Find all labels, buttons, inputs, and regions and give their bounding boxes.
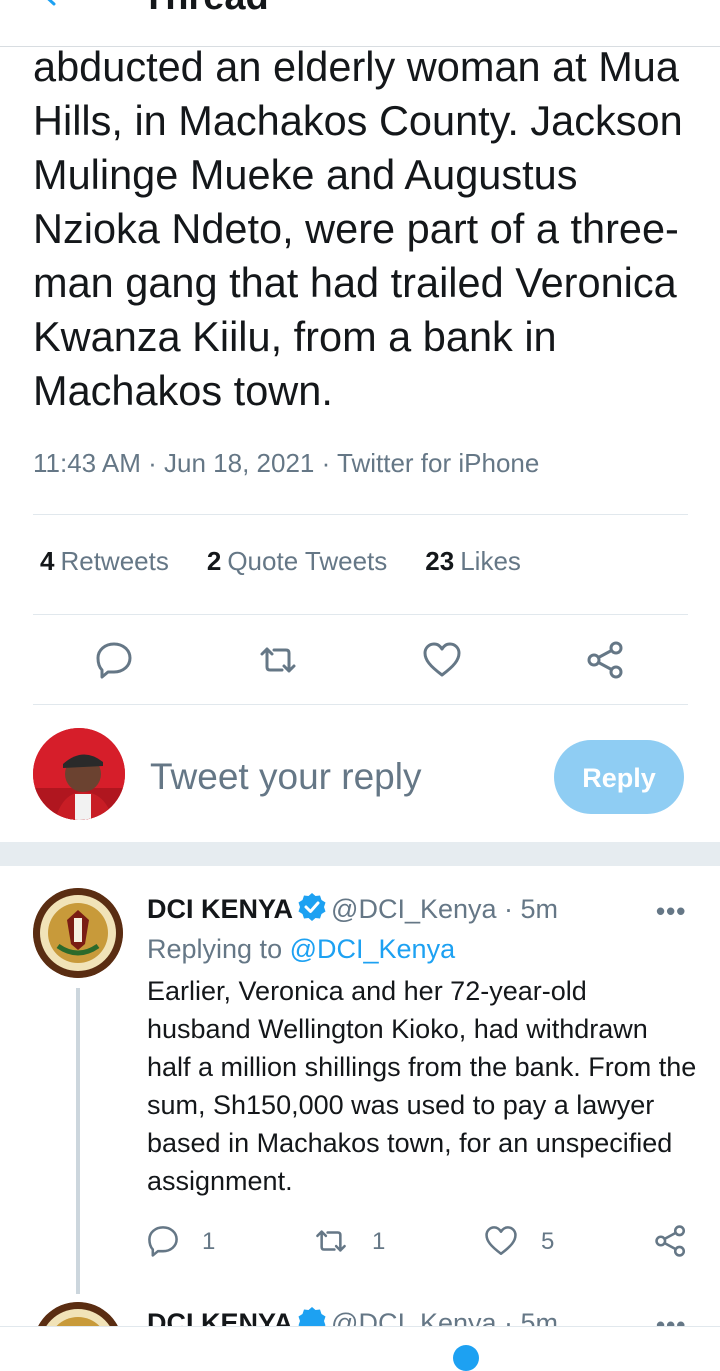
likes-stat[interactable]: 23 Likes: [425, 546, 521, 577]
author-name[interactable]: DCI KENYA: [147, 894, 293, 924]
tweet-stats: 4 Retweets 2 Quote Tweets 23 Likes: [40, 546, 521, 577]
retweet-icon[interactable]: [314, 1224, 348, 1258]
divider: [33, 614, 688, 615]
verified-badge-icon: [298, 893, 326, 921]
notification-badge-icon[interactable]: [453, 1345, 479, 1371]
retweet-icon[interactable]: [258, 640, 298, 680]
author-name[interactable]: DCI KENYA: [147, 1308, 293, 1326]
reply-button[interactable]: Reply: [554, 740, 684, 814]
tweet-time: · 5m: [504, 1308, 559, 1326]
tweet-timestamp: 11:43 AM · Jun 18, 2021 · Twitter for iP…: [33, 448, 540, 478]
reply-input[interactable]: Tweet your reply: [150, 756, 421, 798]
reply-composer: Tweet your reply Reply: [0, 722, 720, 832]
divider: [33, 704, 688, 705]
bottom-nav-edge: [0, 1326, 720, 1371]
retweet-count: 1: [372, 1228, 386, 1255]
author-handle[interactable]: @DCI_Kenya: [331, 894, 496, 924]
like-count: 5: [541, 1228, 555, 1255]
back-arrow-icon[interactable]: [34, 0, 64, 8]
share-icon[interactable]: [654, 1224, 688, 1258]
dci-kenya-avatar[interactable]: [33, 888, 123, 978]
top-bar: Thread: [0, 0, 720, 47]
main-tweet-text: abducted an elderly woman at Mua Hills, …: [33, 43, 683, 414]
tweet-time: · 5m: [504, 894, 559, 924]
share-icon[interactable]: [586, 640, 626, 680]
replying-to-link[interactable]: @DCI_Kenya: [290, 934, 455, 964]
section-separator: [0, 842, 720, 866]
more-options-icon[interactable]: •••: [656, 896, 686, 927]
like-heart-icon[interactable]: [422, 640, 462, 680]
dci-kenya-avatar[interactable]: [33, 1302, 123, 1326]
page-title: Thread: [142, 0, 269, 16]
main-tweet-actions: [0, 630, 720, 690]
tweet-text: Earlier, Veronica and her 72-year-old hu…: [147, 976, 697, 1196]
author-handle[interactable]: @DCI_Kenya: [331, 1308, 496, 1326]
reply-icon[interactable]: [94, 640, 134, 680]
tweet-actions: 1 1 5: [0, 1224, 720, 1268]
tweet-header: DCI KENYA @DCI_Kenya · 5m: [147, 892, 558, 925]
tweet-header: DCI KENYA @DCI_Kenya · 5m: [147, 1306, 558, 1326]
retweets-stat[interactable]: 4 Retweets: [40, 546, 169, 577]
user-avatar[interactable]: [33, 728, 125, 820]
quote-tweets-stat[interactable]: 2 Quote Tweets: [207, 546, 387, 577]
thread-tweet[interactable]: DCI KENYA @DCI_Kenya · 5m •••: [0, 1300, 720, 1326]
verified-badge-icon: [298, 1307, 326, 1326]
more-options-icon[interactable]: •••: [656, 1310, 686, 1326]
divider: [33, 514, 688, 515]
replying-to: Replying to @DCI_Kenya: [147, 934, 456, 964]
reply-count: 1: [202, 1228, 216, 1255]
reply-icon[interactable]: [146, 1224, 180, 1258]
like-heart-icon[interactable]: [484, 1224, 518, 1258]
